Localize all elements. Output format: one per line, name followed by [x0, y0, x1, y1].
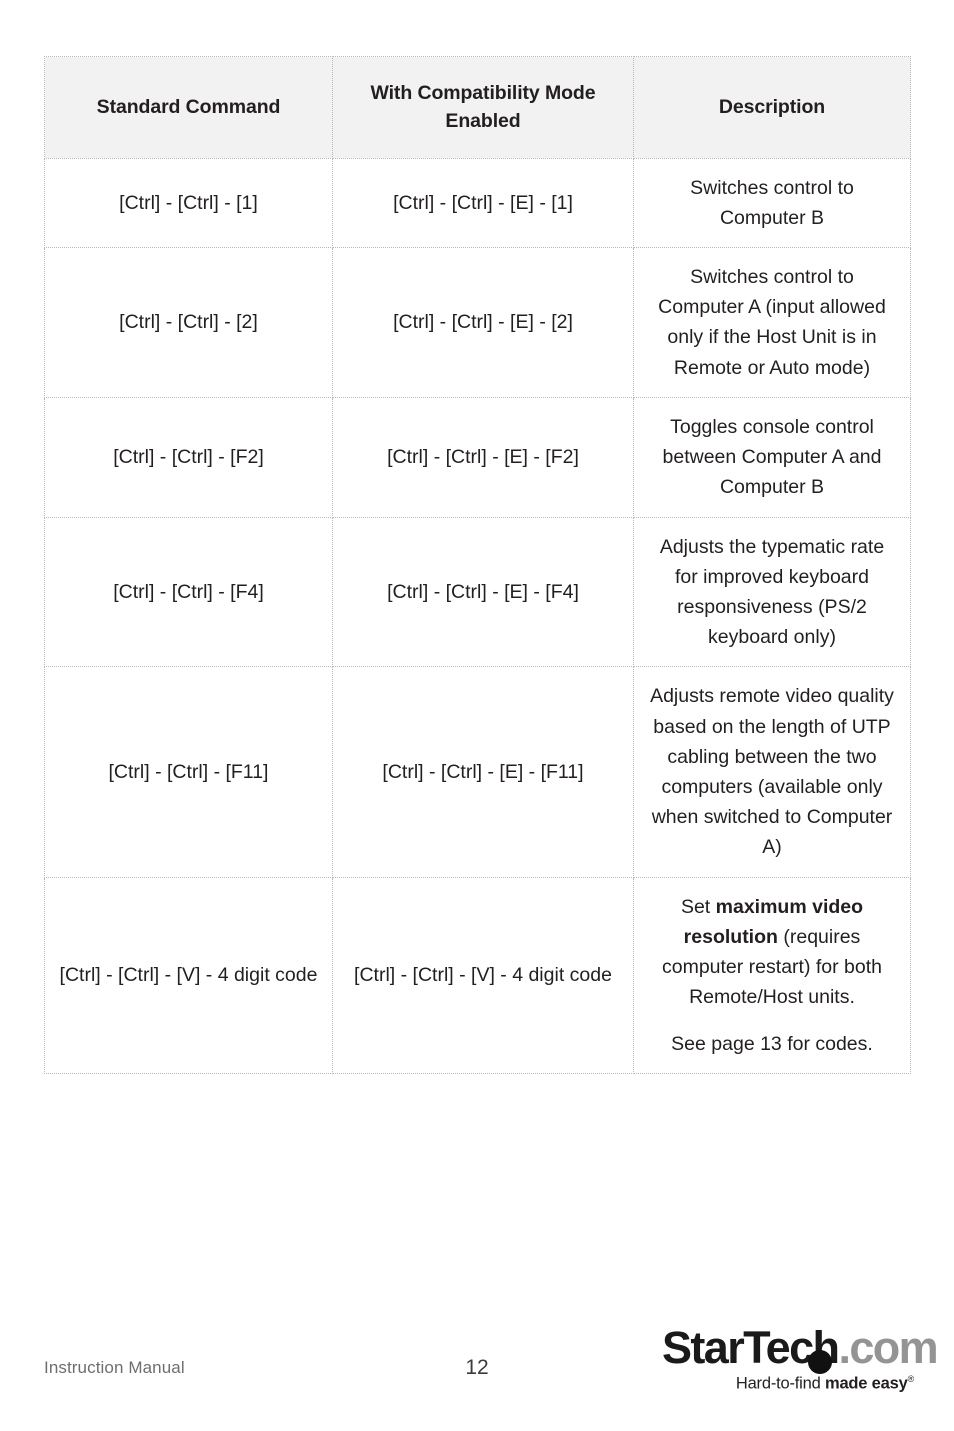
cell-standard-command: [Ctrl] - [Ctrl] - [F4] [44, 516, 333, 668]
cell-standard-command: [Ctrl] - [Ctrl] - [2] [44, 246, 333, 398]
cell-standard-command: [Ctrl] - [Ctrl] - [F2] [44, 396, 333, 518]
table-row: [Ctrl] - [Ctrl] - [F11] [Ctrl] - [Ctrl] … [44, 666, 911, 878]
logo-tagline: Hard-to-find made easy® [662, 1374, 914, 1394]
table-body: [Ctrl] - [Ctrl] - [1] [Ctrl] - [Ctrl] - … [44, 157, 911, 1074]
cell-description: Switches control to Computer A (input al… [633, 246, 911, 398]
cell-compatibility-command: [Ctrl] - [Ctrl] - [E] - [F2] [332, 396, 634, 518]
table-row: [Ctrl] - [Ctrl] - [2] [Ctrl] - [Ctrl] - … [44, 246, 911, 398]
cell-description: Set maximum video resolution (requires c… [633, 876, 911, 1074]
cell-description: Switches control to Computer B [633, 157, 911, 248]
table-row: [Ctrl] - [Ctrl] - [F4] [Ctrl] - [Ctrl] -… [44, 516, 911, 668]
table-header: Standard Command With Compatibility Mode… [44, 56, 911, 159]
description-paragraph-primary: Set maximum video resolution (requires c… [650, 892, 894, 1013]
cell-compatibility-command: [Ctrl] - [Ctrl] - [E] - [2] [332, 246, 634, 398]
cell-description: Toggles console control between Computer… [633, 396, 911, 518]
startech-logo: StarTech.com Hard-to-find made easy® [662, 1324, 939, 1406]
logo-wordmark: StarTech.com [662, 1324, 939, 1372]
cell-compatibility-command: [Ctrl] - [Ctrl] - [E] - [F4] [332, 516, 634, 668]
column-header-standard-command: Standard Command [44, 56, 333, 159]
table-row: [Ctrl] - [Ctrl] - [F2] [Ctrl] - [Ctrl] -… [44, 396, 911, 518]
hotkey-command-table-container: Standard Command With Compatibility Mode… [44, 56, 911, 1074]
logo-brand-secondary: .com [838, 1322, 938, 1373]
cell-compatibility-command: [Ctrl] - [Ctrl] - [E] - [1] [332, 157, 634, 248]
table-row: [Ctrl] - [Ctrl] - [V] - 4 digit code [Ct… [44, 876, 911, 1074]
cell-description: Adjusts the typematic rate for improved … [633, 516, 911, 668]
cell-standard-command: [Ctrl] - [Ctrl] - [1] [44, 157, 333, 248]
cell-standard-command: [Ctrl] - [Ctrl] - [V] - 4 digit code [44, 876, 333, 1074]
logo-dot-icon [808, 1350, 832, 1374]
description-prefix: Set [680, 895, 716, 918]
cell-standard-command: [Ctrl] - [Ctrl] - [F11] [44, 666, 333, 878]
column-header-compatibility-mode: With Compatibility Mode Enabled [332, 56, 634, 159]
tagline-bold: made easy [824, 1374, 908, 1393]
tagline-regular: Hard-to-find [735, 1374, 825, 1393]
table-header-row: Standard Command With Compatibility Mode… [44, 56, 911, 159]
cell-compatibility-command: [Ctrl] - [Ctrl] - [V] - 4 digit code [332, 876, 634, 1074]
cell-compatibility-command: [Ctrl] - [Ctrl] - [E] - [F11] [332, 666, 634, 878]
page-footer: Instruction Manual 12 StarTech.com Hard-… [0, 1324, 954, 1412]
description-paragraph-reference: See page 13 for codes. [671, 1032, 873, 1055]
table-row: [Ctrl] - [Ctrl] - [1] [Ctrl] - [Ctrl] - … [44, 157, 911, 248]
registered-trademark-icon: ® [907, 1374, 915, 1384]
cell-description: Adjusts remote video quality based on th… [633, 666, 911, 878]
hotkey-command-table: Standard Command With Compatibility Mode… [44, 56, 911, 1074]
column-header-description: Description [633, 56, 911, 159]
